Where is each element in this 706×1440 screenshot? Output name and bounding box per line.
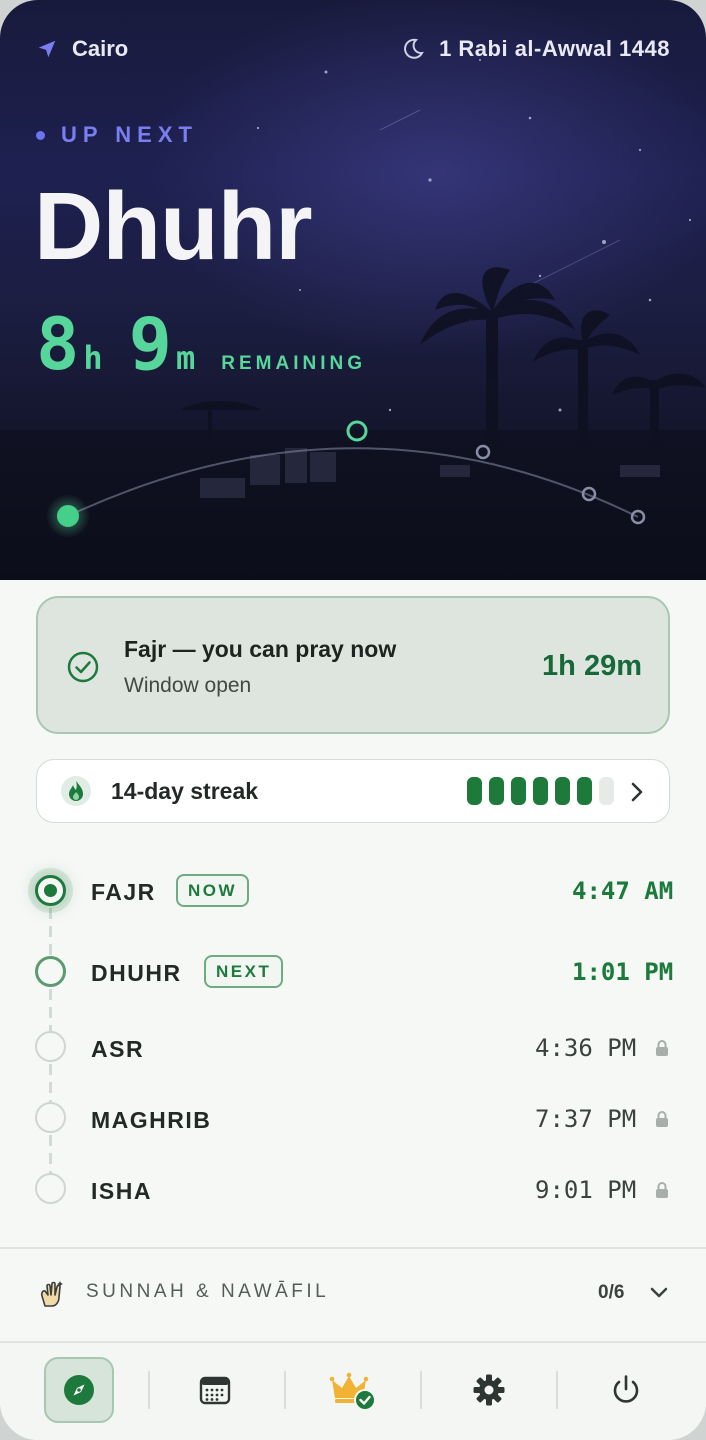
night-scene-illustration — [0, 59, 706, 580]
prayer-row-dhuhr[interactable]: DHUHR NEXT 1:01 PM — [0, 946, 706, 996]
countdown: 8 h 9 m REMAINING — [36, 302, 366, 386]
hijri-date-indicator: 1 Rabi al-Awwal 1448 — [401, 36, 670, 62]
prayer-name: MAGHRIB — [91, 1107, 212, 1133]
countdown-label: REMAINING — [221, 353, 366, 374]
bottom-tab-bar — [0, 1343, 706, 1440]
location-name: Cairo — [72, 36, 129, 61]
status-ring-next — [35, 956, 66, 987]
prayer-time: 7:37 PM — [535, 1105, 637, 1133]
streak-day-bar — [599, 777, 614, 805]
flame-icon — [61, 776, 91, 806]
tab-calendar[interactable] — [180, 1357, 250, 1423]
streak-day-bar — [489, 777, 504, 805]
check-circle-icon — [67, 651, 99, 683]
streak-day-bar — [555, 777, 570, 805]
lock-icon — [656, 1111, 668, 1127]
lock-icon — [656, 1182, 668, 1198]
up-next-text: UP NEXT — [61, 122, 198, 147]
window-time-left: 1h 29m — [542, 650, 642, 682]
tab-power[interactable] — [591, 1357, 661, 1423]
prayer-name: ASR — [91, 1036, 145, 1062]
status-ring — [35, 1173, 66, 1204]
tab-separator — [556, 1371, 558, 1409]
countdown-hours: 8 — [36, 302, 80, 386]
streak-days — [467, 777, 614, 805]
prayer-row-isha[interactable]: ISHA 9:01 PM — [0, 1164, 706, 1214]
streak-card[interactable]: 14-day streak — [36, 759, 670, 823]
status-ring — [35, 1031, 66, 1062]
tab-premium[interactable] — [318, 1357, 388, 1423]
compass-icon — [64, 1375, 94, 1405]
location-indicator[interactable]: Cairo — [36, 36, 128, 62]
prayer-row-asr[interactable]: ASR 4:36 PM — [0, 1022, 706, 1072]
prayer-name: DHUHR — [91, 960, 182, 986]
tab-settings[interactable] — [454, 1357, 524, 1423]
lock-icon — [656, 1040, 668, 1056]
prayer-window-card[interactable]: Fajr — you can pray now Window open 1h 2… — [36, 596, 670, 734]
chevron-down-icon[interactable] — [649, 1286, 669, 1300]
chevron-right-icon — [631, 782, 643, 802]
streak-day-bar — [533, 777, 548, 805]
countdown-minutes: 9 — [128, 302, 172, 386]
streak-day-bar — [511, 777, 526, 805]
crown-check-icon — [329, 1372, 376, 1411]
calendar-icon — [199, 1376, 231, 1405]
status-ring-active — [35, 875, 66, 906]
prayer-time: 9:01 PM — [535, 1176, 637, 1204]
prayer-row-maghrib[interactable]: MAGHRIB 7:37 PM — [0, 1093, 706, 1143]
prayer-time: 4:36 PM — [535, 1034, 637, 1062]
status-ring — [35, 1102, 66, 1133]
countdown-hours-unit: h — [83, 339, 103, 377]
tab-separator — [148, 1371, 150, 1409]
next-badge: NEXT — [204, 955, 284, 988]
streak-label: 14-day streak — [111, 778, 259, 804]
location-arrow-icon — [38, 40, 56, 58]
window-card-subtitle: Window open — [124, 674, 252, 697]
gear-icon — [473, 1374, 505, 1406]
tab-separator — [284, 1371, 286, 1409]
prayer-app-window: Cairo 1 Rabi al-Awwal 1448 UP NEXT Dhuhr… — [0, 0, 706, 1440]
prayer-name: ISHA — [91, 1178, 152, 1204]
sunnah-label: SUNNAH & NAWĀFIL — [86, 1281, 330, 1302]
power-icon — [613, 1375, 639, 1403]
tab-separator — [420, 1371, 422, 1409]
prayer-time: 4:47 AM — [572, 877, 674, 905]
tab-compass[interactable] — [44, 1357, 114, 1423]
next-prayer-name: Dhuhr — [34, 173, 313, 280]
prayer-time: 1:01 PM — [572, 958, 674, 986]
up-next-dot — [36, 130, 45, 140]
prayer-row-fajr[interactable]: FAJR NOW 4:47 AM — [0, 866, 706, 916]
streak-day-bar — [577, 777, 592, 805]
hijri-date: 1 Rabi al-Awwal 1448 — [439, 36, 670, 61]
prayer-name: FAJR — [91, 879, 156, 905]
praying-hands-icon — [40, 1281, 63, 1307]
sunnah-count: 0/6 — [598, 1282, 625, 1303]
crescent-moon-icon — [404, 38, 424, 59]
countdown-minutes-unit: m — [175, 339, 196, 377]
streak-day-bar — [467, 777, 482, 805]
hero-panel: Cairo 1 Rabi al-Awwal 1448 UP NEXT Dhuhr… — [0, 0, 706, 580]
up-next-label: UP NEXT — [36, 122, 198, 148]
sunnah-nawafil-section[interactable]: SUNNAH & NAWĀFIL 0/6 — [0, 1248, 706, 1341]
now-badge: NOW — [176, 874, 250, 907]
window-card-title: Fajr — you can pray now — [124, 636, 397, 662]
